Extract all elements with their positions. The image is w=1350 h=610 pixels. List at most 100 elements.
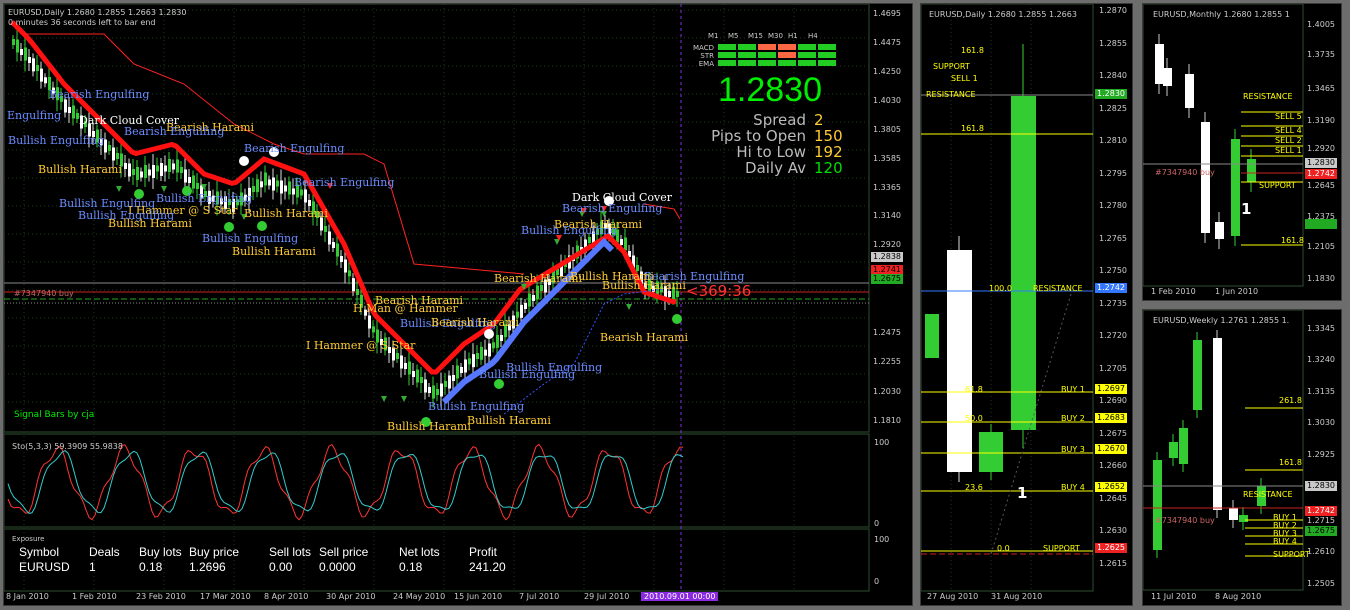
weekly-window[interactable]: EURUSD,Weekly 1.2761 1.2855 1. 1.3345 1.3… — [1142, 309, 1342, 606]
price-axis-label: 1.2855 — [1099, 38, 1127, 48]
pattern-label: Bearish Engulfing — [124, 125, 225, 138]
level-label: BUY 4 — [1273, 537, 1297, 546]
fib-level-label: BUY 3 — [1061, 445, 1085, 454]
price-axis-label: 1.2920 — [873, 240, 901, 249]
stats-block: Spread 2 Pips to Open 150 Hi to Low 192 Dai… — [684, 112, 843, 177]
weekly-title: EURUSD,Weekly 1.2761 1.2855 1. — [1153, 316, 1290, 325]
weekly-date-0: 11 Jul 2010 — [1151, 592, 1197, 601]
level-price-box: 1.2830 — [1095, 89, 1127, 99]
order-line-label[interactable]: #7347940 buy — [14, 289, 74, 298]
tf-m30: M30 — [768, 32, 783, 40]
tf-m5: M5 — [728, 32, 739, 40]
pattern-label: Bullish Engulfing — [479, 368, 576, 381]
stat-hilo: Hi to Low 192 — [684, 143, 843, 161]
fib-level-label: 161.8 — [961, 46, 984, 55]
price-axis-label: 1.3140 — [873, 211, 901, 220]
signal-grid — [718, 44, 836, 66]
fib-level-label: 50.0 — [965, 414, 983, 423]
level-label: SELL 4 — [1275, 126, 1302, 135]
daily-zoom-title: EURUSD,Daily 1.2680 1.2855 1.2663 — [929, 10, 1077, 19]
stat-label: Pips to Open — [711, 127, 806, 145]
timeframe-header: M1 M5 M15 M30 H1 H4 — [708, 32, 838, 40]
pattern-label: Bullish Engulfing — [428, 400, 525, 413]
stat-label: Hi to Low — [736, 143, 806, 161]
price-axis-label: 1.2255 — [873, 357, 901, 366]
level-label: SUPPORT — [1273, 550, 1310, 559]
monthly-title: EURUSD,Monthly 1.2680 1.2855 1 — [1153, 10, 1290, 19]
daily-zoom-window[interactable]: EURUSD,Daily 1.2680 1.2855 1.2663 1.2870… — [920, 3, 1133, 606]
stochastic-title: Sto(5,3,3) 59.3909 55.9838 — [12, 442, 123, 451]
stat-pips: Pips to Open 150 — [684, 127, 843, 145]
exposure-row[interactable]: EURUSD 1 0.18 1.2696 0.00 0.0000 0.18 24… — [19, 560, 539, 575]
level-label: RESISTANCE — [1243, 92, 1293, 101]
price-axis-label: 1.4695 — [873, 9, 901, 18]
price-axis-label: 1.2675 — [1305, 526, 1337, 536]
stat-value: 120 — [814, 159, 843, 177]
main-chart-window[interactable]: EURUSD,Daily 1.2680 1.2855 1.2663 1.2830… — [3, 3, 913, 606]
daily-zoom-date-1: 31 Aug 2010 — [991, 592, 1043, 601]
price-axis-label: 1.2615 — [1099, 558, 1127, 568]
fib-level-label: 0.0 — [997, 544, 1010, 553]
price-axis-label: 1.3365 — [873, 183, 901, 192]
row-macd: MACD — [693, 44, 714, 52]
price-axis-label: 1.2030 — [873, 387, 901, 396]
price-axis-label: 1.1810 — [873, 416, 901, 425]
level-price-box: 1.2652 — [1095, 482, 1127, 492]
level-label: #7347940 buy — [1155, 168, 1215, 177]
pattern-label: Bullish Engulfing — [202, 232, 299, 245]
tf-h4: H4 — [808, 32, 818, 40]
pattern-label: Bearish Harami — [431, 316, 520, 329]
price-axis-label: 1.2742 — [1305, 506, 1337, 516]
exposure-table: Symbol Deals Buy lots Buy price Sell lot… — [19, 545, 539, 575]
monthly-window[interactable]: EURUSD,Monthly 1.2680 1.2855 1 1.4005 1.3… — [1142, 3, 1342, 301]
price-axis-label: 1.2675 — [1099, 428, 1127, 438]
fib-level-label: 23.6 — [965, 483, 983, 492]
level-label: SELL 1 — [1275, 146, 1302, 155]
weekly-date-1: 8 Aug 2010 — [1215, 592, 1262, 601]
pattern-label: Bearish Harami — [600, 331, 689, 344]
level-price-box: 1.2742 — [1095, 283, 1127, 293]
fib-level-label: BUY 1 — [1061, 385, 1085, 394]
pattern-label: Bullish Harami — [232, 245, 316, 258]
stat-dailyav: Daily Av 120 — [684, 159, 843, 177]
col-profit: Profit — [469, 545, 498, 559]
price-axis-label: 1.2690 — [1099, 396, 1127, 405]
pattern-label: Bullish Harami — [602, 279, 686, 292]
price-axis-label: 1.2830 — [1305, 158, 1337, 168]
row-ema: EMA — [698, 60, 714, 68]
pattern-label: Bullish Harami — [387, 420, 471, 433]
exposure-header-row: Symbol Deals Buy lots Buy price Sell lot… — [19, 545, 539, 560]
pattern-label: H Man @ Hammer — [353, 302, 458, 315]
date-axis-label: 24 May 2010 — [393, 592, 446, 601]
pattern-label: Bearish Harami — [494, 272, 583, 285]
price-axis-label: 1.2795 — [1099, 168, 1127, 178]
level-label: SUPPORT — [1259, 181, 1296, 190]
exposure-axis-top: 100 — [874, 535, 890, 544]
level-price-box: 1.2670 — [1095, 444, 1127, 454]
daily-zoom-date-0: 27 Aug 2010 — [927, 592, 979, 601]
level-price-box — [1305, 219, 1337, 229]
pattern-label: Bearish Engulfing — [49, 88, 150, 101]
price-axis-label: 1.2705 — [1099, 363, 1127, 373]
level-label: SELL 5 — [1275, 112, 1302, 121]
pattern-label: Bullish Harami — [38, 163, 122, 176]
exposure-axis-bottom: 0 — [874, 577, 880, 586]
level-label: 261.8 — [1279, 396, 1302, 405]
price-axis-label: 1.2715 — [1307, 516, 1335, 525]
price-axis-label: 1.3805 — [873, 125, 901, 134]
fib-level-label: RESISTANCE — [1033, 284, 1083, 293]
col-selllots: Sell lots — [269, 545, 312, 559]
level-label: 161.8 — [1279, 458, 1302, 467]
signal-rows: MACD STR EMA — [684, 44, 714, 68]
price-axis-label: 1.4030 — [873, 96, 901, 105]
price-axis-label: 1.2825 — [1099, 103, 1127, 113]
pattern-label: Bullish Engulfing — [521, 224, 618, 237]
price-axis-label: 1.2630 — [1099, 526, 1127, 535]
price-axis-label: 1.2735 — [1099, 298, 1127, 308]
stat-value: 192 — [814, 143, 843, 161]
monthly-count: 1 — [1241, 200, 1252, 218]
price-axis-label: 1.2645 — [1307, 181, 1335, 190]
cell-buyprice: 1.2696 — [189, 560, 226, 574]
pattern-label: Bullish Engulfing — [8, 134, 105, 147]
price-axis-label: 1.4250 — [873, 67, 901, 76]
